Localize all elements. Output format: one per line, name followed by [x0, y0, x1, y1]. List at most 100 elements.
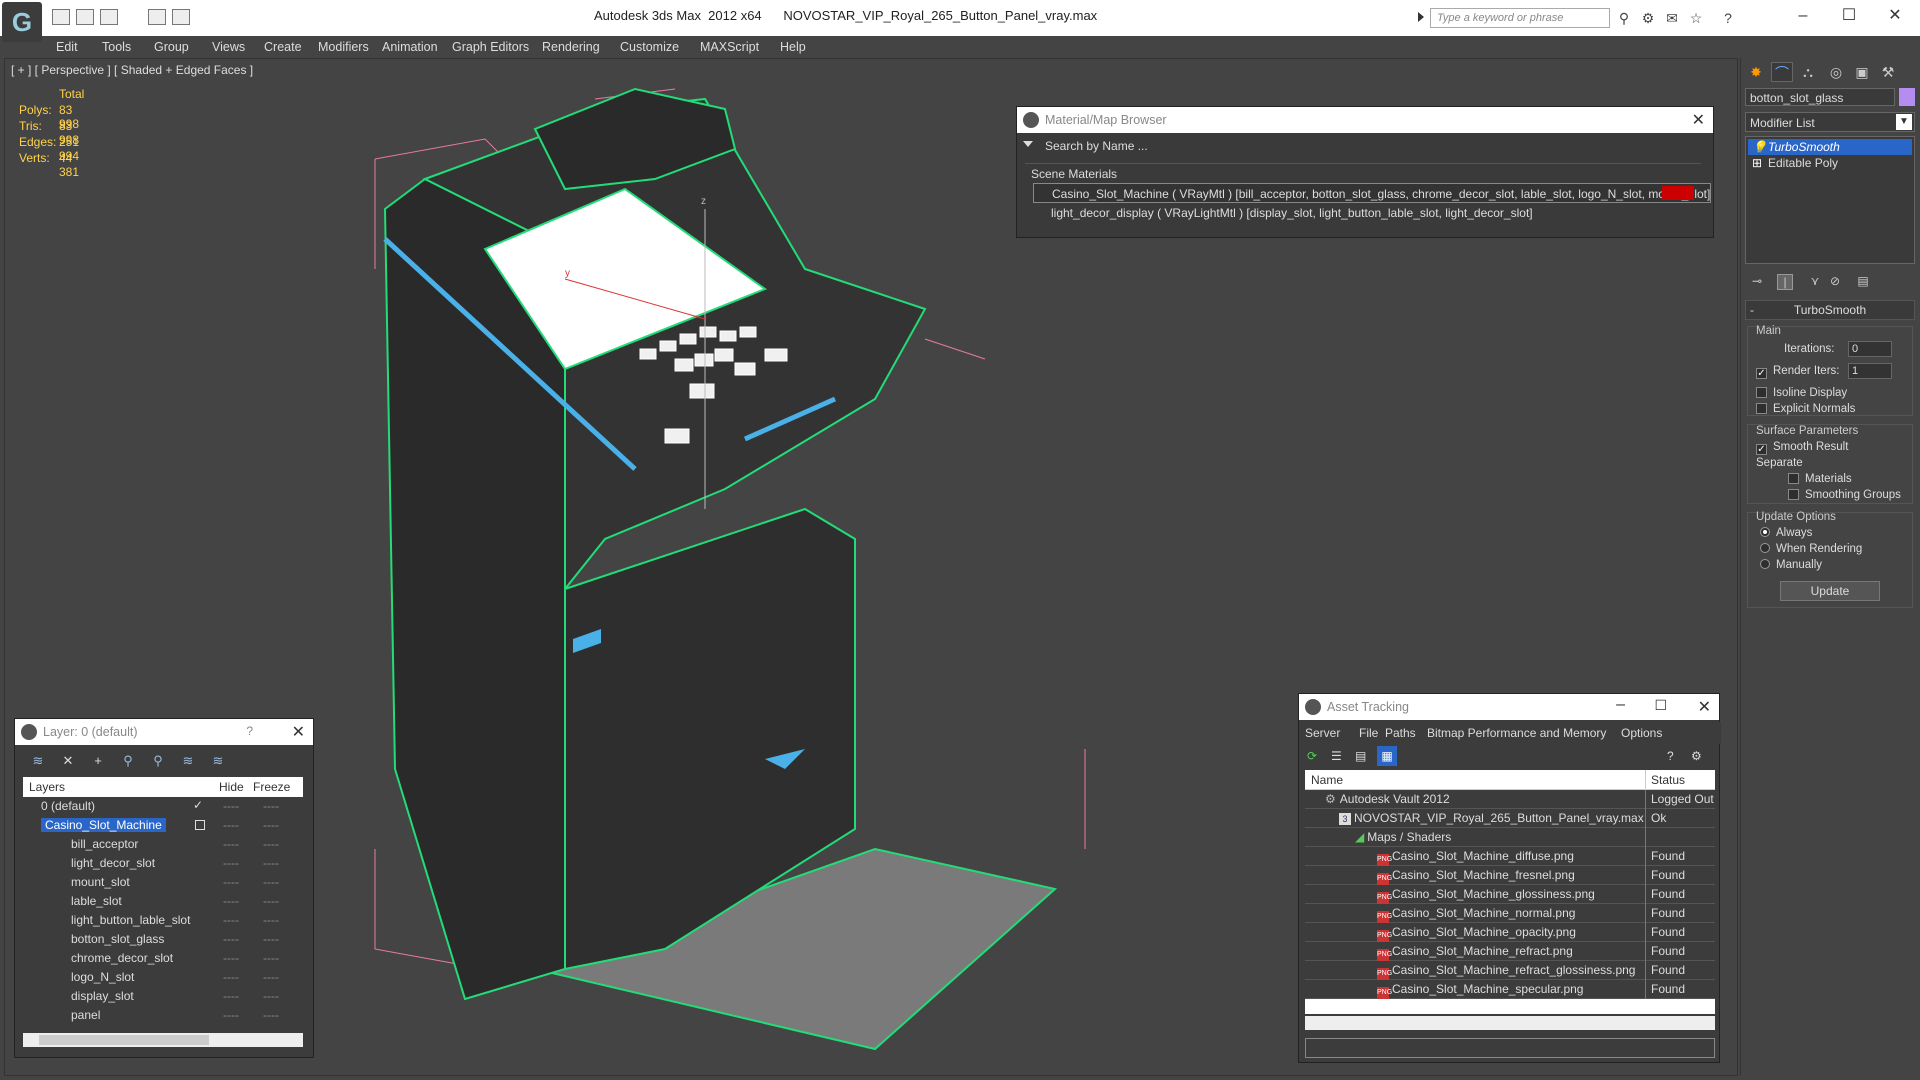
list-view-icon[interactable]: ☰: [1331, 749, 1342, 763]
asset-horizontal-scrollbar[interactable]: [1305, 1016, 1715, 1030]
asset-row[interactable]: PNGCasino_Slot_Machine_refract.png Found: [1305, 942, 1715, 961]
configure-sets-icon[interactable]: ▤: [1855, 274, 1871, 290]
rollout-title[interactable]: - TurboSmooth: [1745, 300, 1915, 320]
freeze-toggle[interactable]: ----: [263, 970, 279, 984]
freeze-toggle[interactable]: ----: [263, 837, 279, 851]
layer-row[interactable]: 0 (default) ✓ ---- ----: [23, 797, 303, 816]
light-bulb-icon[interactable]: 💡: [1752, 140, 1767, 154]
asset-row[interactable]: PNGCasino_Slot_Machine_fresnel.png Found: [1305, 866, 1715, 885]
radio-selected-icon[interactable]: [1760, 527, 1770, 537]
add-to-layer-icon[interactable]: +: [89, 753, 107, 769]
layer-manager-titlebar[interactable]: Layer: 0 (default) ? ✕: [15, 719, 313, 745]
update-button[interactable]: Update: [1780, 581, 1880, 601]
asset-path-field[interactable]: [1305, 1038, 1715, 1058]
expand-plus-icon[interactable]: ⊞: [1752, 156, 1762, 170]
asset-row[interactable]: PNGCasino_Slot_Machine_refract_glossines…: [1305, 961, 1715, 980]
material-browser-titlebar[interactable]: Material/Map Browser ✕: [1017, 107, 1713, 133]
redo-icon[interactable]: [148, 9, 166, 25]
show-end-result-icon[interactable]: |: [1777, 274, 1793, 290]
material-row[interactable]: Casino_Slot_Machine ( VRayMtl ) [bill_ac…: [1033, 183, 1711, 203]
asset-menu-paths[interactable]: Paths: [1385, 726, 1416, 740]
layer-row[interactable]: light_button_lable_slot ---- ----: [23, 911, 303, 930]
hide-toggle[interactable]: ----: [223, 894, 239, 908]
menu-edit[interactable]: Edit: [56, 40, 78, 54]
smooth-result-checkbox[interactable]: ✓ Smooth Result: [1756, 441, 1848, 455]
undo-icon[interactable]: [100, 9, 118, 25]
layer-horizontal-scrollbar[interactable]: [23, 1033, 303, 1047]
close-icon[interactable]: ✕: [1692, 110, 1705, 130]
create-layer-icon[interactable]: ≋: [29, 753, 47, 769]
subscription-icon[interactable]: ⚙: [1638, 8, 1658, 28]
search-expand-icon[interactable]: [1418, 12, 1424, 22]
help-icon[interactable]: ?: [1718, 8, 1738, 28]
update-when-rendering-radio[interactable]: When Rendering: [1760, 543, 1862, 555]
scene-materials-section[interactable]: Scene Materials: [1025, 163, 1701, 181]
radio-icon[interactable]: [1760, 543, 1770, 553]
checkbox-checked-icon[interactable]: ✓: [1756, 444, 1767, 455]
utilities-tab-icon[interactable]: ⚒: [1877, 62, 1899, 82]
layer-row[interactable]: panel ---- ----: [23, 1006, 303, 1025]
layer-row[interactable]: light_decor_slot ---- ----: [23, 854, 303, 873]
freeze-all-icon[interactable]: ≋: [209, 753, 227, 769]
layer-row[interactable]: chrome_decor_slot ---- ----: [23, 949, 303, 968]
freeze-toggle[interactable]: ----: [263, 932, 279, 946]
collapse-icon[interactable]: -: [1750, 301, 1754, 319]
create-tab-icon[interactable]: ✸: [1745, 62, 1767, 82]
select-objects-icon[interactable]: ⚲: [119, 753, 137, 769]
asset-menu-file[interactable]: File: [1359, 726, 1378, 740]
menu-maxscript[interactable]: MAXScript: [700, 40, 759, 54]
material-row[interactable]: light_decor_display ( VRayLightMtl ) [di…: [1033, 203, 1711, 223]
hide-toggle[interactable]: ----: [223, 951, 239, 965]
menu-animation[interactable]: Animation: [382, 40, 438, 54]
asset-row[interactable]: PNGCasino_Slot_Machine_opacity.png Found: [1305, 923, 1715, 942]
hide-toggle[interactable]: ----: [223, 970, 239, 984]
asset-row[interactable]: PNGCasino_Slot_Machine_specular.png Found: [1305, 980, 1715, 999]
layer-row[interactable]: bill_acceptor ---- ----: [23, 835, 303, 854]
freeze-toggle[interactable]: ----: [263, 989, 279, 1003]
menu-group[interactable]: Group: [154, 40, 189, 54]
hide-toggle[interactable]: ----: [223, 856, 239, 870]
checkbox-icon[interactable]: [1788, 473, 1799, 484]
layer-row[interactable]: lable_slot ---- ----: [23, 892, 303, 911]
asset-row[interactable]: ◢ Maps / Shaders: [1305, 828, 1715, 847]
slot-machine-model[interactable]: y z: [365, 69, 1125, 1069]
help-icon[interactable]: ?: [1667, 749, 1674, 763]
menu-help[interactable]: Help: [780, 40, 806, 54]
menu-customize[interactable]: Customize: [620, 40, 679, 54]
communication-icon[interactable]: ✉: [1662, 8, 1682, 28]
close-icon[interactable]: ✕: [1698, 697, 1711, 717]
freeze-toggle[interactable]: ----: [263, 818, 279, 832]
column-name[interactable]: Name: [1311, 773, 1343, 787]
asset-menu-options[interactable]: Options: [1621, 726, 1662, 740]
hide-toggle[interactable]: ----: [223, 932, 239, 946]
current-layer-check-icon[interactable]: ✓: [193, 798, 203, 812]
hide-toggle[interactable]: ----: [223, 1008, 239, 1022]
asset-row[interactable]: 3 NOVOSTAR_VIP_Royal_265_Button_Panel_vra…: [1305, 809, 1715, 828]
column-hide[interactable]: Hide: [219, 780, 244, 794]
save-file-icon[interactable]: [76, 9, 94, 25]
modify-tab-icon[interactable]: ⌒: [1771, 62, 1793, 82]
close-window-icon[interactable]: ✕: [1880, 4, 1910, 28]
motion-tab-icon[interactable]: ◎: [1825, 62, 1847, 82]
update-always-radio[interactable]: Always: [1760, 527, 1812, 539]
separate-materials-checkbox[interactable]: Materials: [1788, 473, 1852, 485]
viewport-label[interactable]: [ + ] [ Perspective ] [ Shaded + Edged F…: [11, 63, 253, 77]
freeze-toggle[interactable]: ----: [263, 799, 279, 813]
menu-rendering[interactable]: Rendering: [542, 40, 600, 54]
column-layers[interactable]: Layers: [29, 780, 65, 794]
freeze-toggle[interactable]: ----: [263, 951, 279, 965]
menu-views[interactable]: Views: [212, 40, 245, 54]
asset-menu-server[interactable]: Server: [1305, 726, 1340, 740]
object-color-swatch[interactable]: [1899, 88, 1915, 106]
hide-toggle[interactable]: ----: [223, 818, 239, 832]
settings-icon[interactable]: ⚙: [1691, 749, 1702, 763]
hide-toggle[interactable]: ----: [223, 875, 239, 889]
render-iters-spinner[interactable]: 1: [1848, 363, 1892, 379]
update-manually-radio[interactable]: Manually: [1760, 559, 1822, 571]
checkbox-checked-icon[interactable]: ✓: [1756, 368, 1767, 379]
highlight-layer-icon[interactable]: ⚲: [149, 753, 167, 769]
layer-box-icon[interactable]: [195, 820, 205, 830]
make-unique-icon[interactable]: ⋎: [1807, 274, 1823, 290]
separate-smoothing-groups-checkbox[interactable]: Smoothing Groups: [1788, 489, 1901, 501]
freeze-toggle[interactable]: ----: [263, 1008, 279, 1022]
